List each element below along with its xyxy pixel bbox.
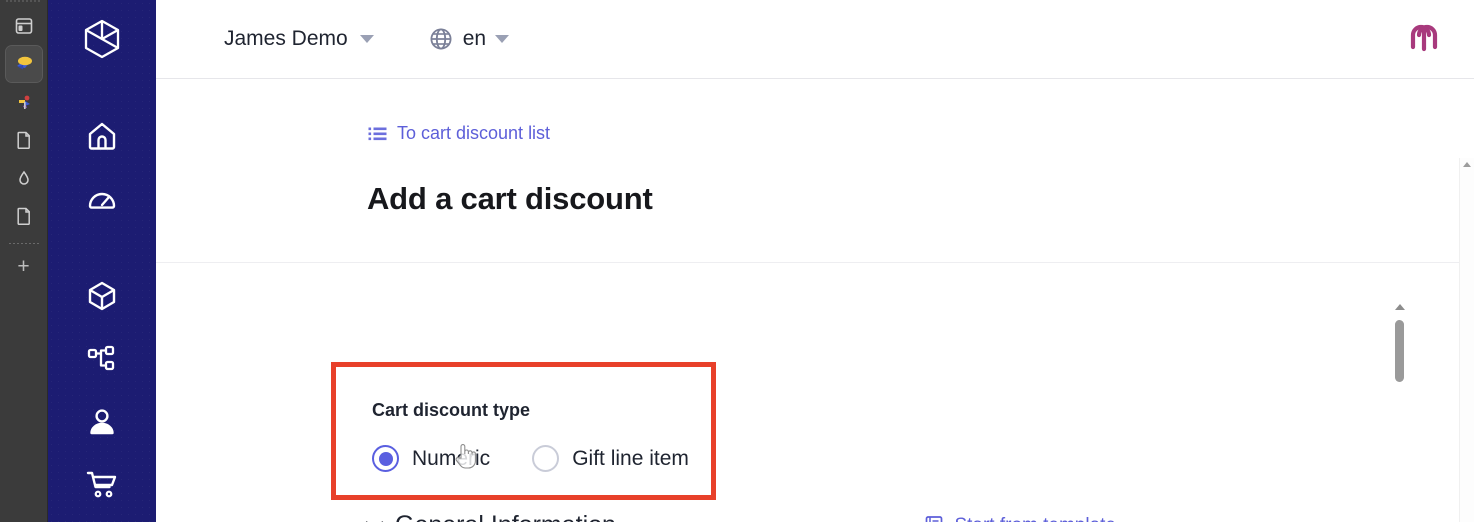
activity-item-file-2[interactable] [6, 198, 42, 234]
plus-icon: + [17, 254, 30, 278]
file-icon [16, 207, 30, 226]
nav-item-orders[interactable] [75, 459, 129, 510]
panel-layout-icon [15, 18, 32, 34]
home-icon [88, 123, 116, 151]
activity-item-file-1[interactable] [6, 122, 42, 158]
breadcrumb[interactable]: To cart discount list [368, 123, 550, 144]
activity-divider [8, 243, 39, 244]
list-icon [368, 127, 387, 140]
nodes-hierarchy-icon [87, 345, 115, 371]
radio-gift-line-item-indicator[interactable] [532, 445, 560, 472]
activity-item-panel-layout[interactable] [6, 8, 42, 44]
nav-item-dashboard[interactable] [75, 174, 129, 225]
main-pane: James Demo en To cart discount list Add … [156, 0, 1474, 522]
header-divider [156, 262, 1474, 263]
page-title: Add a cart discount [367, 181, 653, 216]
general-information-header[interactable]: General Information Start from template [365, 511, 1116, 522]
start-from-template-link[interactable]: Start from template [924, 515, 1116, 522]
inner-scrollbar-thumb[interactable] [1395, 320, 1404, 382]
start-from-template-label: Start from template [954, 515, 1116, 522]
cube-icon [88, 281, 116, 311]
general-information-title: General Information [395, 511, 616, 522]
nav-item-home[interactable] [75, 111, 129, 162]
triangle-up-icon[interactable] [1395, 304, 1405, 310]
activity-item-color-picker[interactable] [4, 45, 43, 83]
topbar: James Demo en [156, 0, 1474, 79]
radio-option-numeric[interactable]: Numeric [372, 445, 490, 472]
droplet-icon [18, 170, 29, 185]
user-icon [90, 409, 114, 434]
app-root: + James Demo en To cart discount list Ad… [0, 0, 1474, 522]
chevron-down-icon[interactable] [365, 513, 384, 522]
nav-item-categories[interactable] [75, 333, 129, 384]
nav-item-products[interactable] [75, 271, 129, 322]
cube-logo-icon [84, 19, 120, 59]
cart-discount-type-label: Cart discount type [372, 400, 531, 420]
content-area: To cart discount list Add a cart discoun… [156, 79, 1474, 522]
aries-brand-logo [1410, 24, 1438, 51]
radio-gift-line-item-label: Gift line item [572, 446, 689, 470]
breadcrumb-label: To cart discount list [397, 123, 551, 143]
nav-item-customers[interactable] [75, 396, 129, 447]
project-selector[interactable]: James Demo [224, 27, 374, 51]
page-scrollbar[interactable] [1459, 158, 1474, 522]
file-icon [16, 131, 30, 150]
activity-bar: + [0, 0, 48, 522]
brand-logo[interactable] [1400, 15, 1448, 64]
dashboard-gauge-icon [88, 193, 116, 210]
cart-discount-type-radio-group: Numeric Gift line item [372, 445, 689, 472]
language-selector[interactable]: en [428, 26, 510, 52]
activity-item-add[interactable]: + [6, 248, 42, 284]
chevron-down-icon [359, 35, 374, 43]
color-picker-icon [16, 56, 32, 70]
activity-item-droplet[interactable] [6, 160, 42, 196]
inner-scrollbar[interactable] [1393, 304, 1407, 522]
nav-logo[interactable] [79, 16, 125, 67]
activity-item-pinwheel[interactable] [6, 84, 42, 120]
triangle-up-icon[interactable] [1463, 162, 1471, 167]
language-selector-label: en [462, 27, 487, 50]
cart-discount-type-highlight: Cart discount type Numeric Gift line ite… [331, 362, 716, 500]
chevron-down-icon [495, 35, 510, 43]
radio-option-gift-line-item[interactable]: Gift line item [532, 445, 689, 472]
globe-icon [430, 28, 452, 50]
template-book-icon [926, 515, 943, 522]
radio-numeric-label: Numeric [412, 446, 491, 470]
project-selector-label: James Demo [224, 27, 348, 50]
shopping-cart-icon [86, 471, 117, 497]
radio-numeric-indicator[interactable] [372, 445, 399, 472]
pinwheel-icon [18, 95, 30, 109]
product-nav-sidebar [48, 0, 156, 522]
